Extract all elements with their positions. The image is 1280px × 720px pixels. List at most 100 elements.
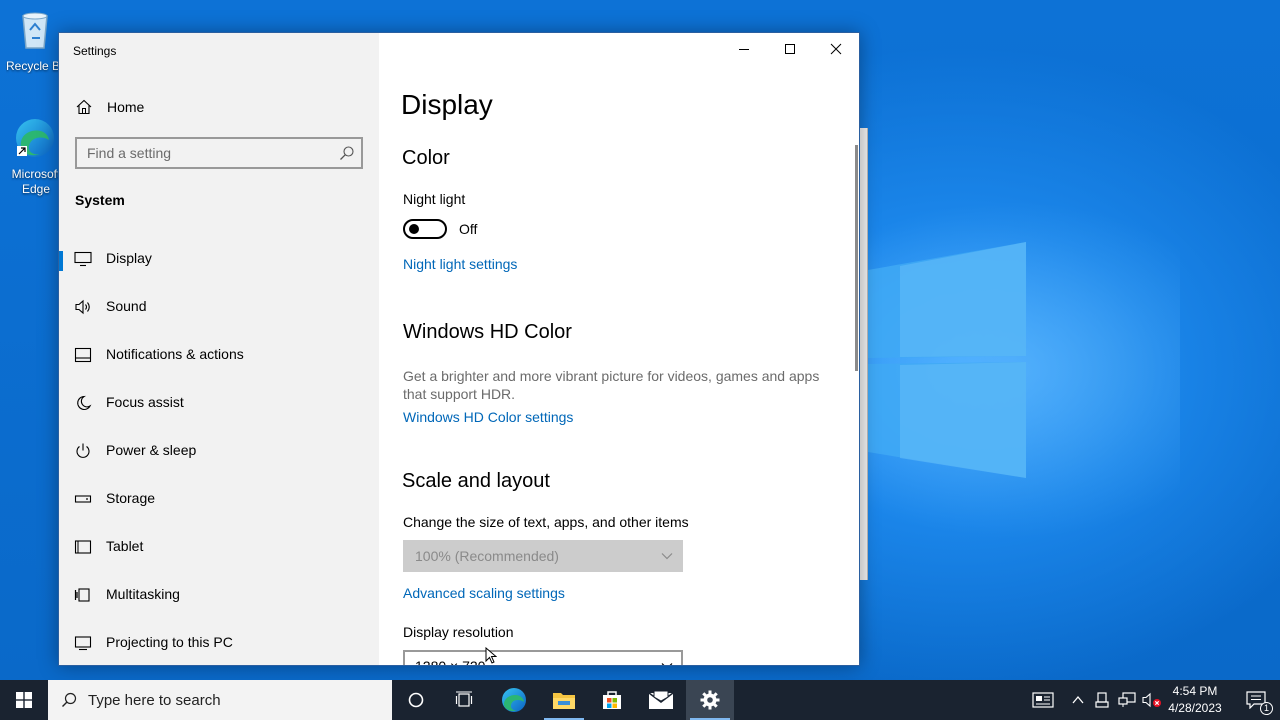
nav-section-label: System [75, 192, 125, 208]
sidebar-item-power-sleep[interactable]: Power & sleep [59, 431, 379, 471]
news-icon [1032, 692, 1054, 708]
action-center-button[interactable]: 1 [1234, 680, 1280, 720]
desktop-icon-label: Microsoft Edge [11, 167, 61, 196]
section-heading-hd-color: Windows HD Color [403, 321, 572, 343]
task-view-button[interactable] [440, 680, 488, 720]
hd-color-settings-link[interactable]: Windows HD Color settings [403, 409, 573, 425]
sidebar-item-tablet[interactable]: Tablet [59, 527, 379, 567]
close-icon [830, 43, 842, 55]
store-icon [603, 691, 621, 709]
projector-icon [74, 636, 92, 651]
section-heading-scale-layout: Scale and layout [402, 470, 550, 492]
taskbar-mail[interactable] [637, 680, 685, 720]
recycle-bin-icon [22, 12, 48, 49]
windows-start-icon [16, 692, 32, 708]
taskbar-settings[interactable] [686, 680, 734, 720]
usb-device-icon [1095, 692, 1109, 708]
speaker-icon [75, 299, 90, 315]
home-icon [76, 99, 92, 115]
sidebar-item-label: Tablet [106, 538, 144, 554]
search-icon [340, 146, 354, 160]
resolution-label: Display resolution [403, 624, 514, 640]
advanced-scaling-link[interactable]: Advanced scaling settings [403, 585, 565, 601]
settings-content: Display Color Night light Off Night ligh… [379, 33, 859, 666]
nav-home[interactable]: Home [59, 91, 379, 123]
sidebar-item-focus-assist[interactable]: Focus assist [59, 383, 379, 423]
night-light-state: Off [459, 221, 478, 237]
sidebar-item-label: Storage [106, 490, 156, 506]
sidebar-item-label: Sound [106, 298, 147, 314]
scale-label: Change the size of text, apps, and other… [403, 514, 689, 530]
sidebar-item-notifications[interactable]: Notifications & actions [59, 335, 379, 375]
monitor-icon [74, 251, 92, 267]
page-title: Display [401, 89, 493, 120]
windows-logo-wallpaper [868, 242, 1026, 478]
sidebar-item-display[interactable]: Display [59, 239, 379, 279]
scale-value: 100% (Recommended) [415, 548, 559, 564]
night-light-label: Night light [403, 191, 466, 207]
cortana-icon [408, 692, 424, 708]
power-icon [76, 443, 90, 458]
edge-icon [16, 119, 54, 157]
show-hidden-icons-button[interactable] [1068, 680, 1088, 720]
gear-icon [700, 690, 720, 710]
taskbar-file-explorer[interactable] [540, 680, 588, 720]
sidebar-item-label: Power & sleep [106, 442, 197, 458]
chevron-down-icon [661, 553, 673, 560]
clock-date: 4/28/2023 [1168, 701, 1222, 715]
sidebar-item-label: Display [106, 250, 152, 266]
news-widget-button[interactable] [1030, 680, 1056, 720]
chevron-up-icon [1072, 695, 1084, 704]
volume-button[interactable] [1140, 680, 1162, 720]
taskbar-clock[interactable]: 4:54 PM 4/28/2023 [1160, 683, 1230, 717]
taskbar-search-placeholder: Type here to search [88, 692, 221, 709]
volume-muted-icon [1142, 692, 1161, 708]
maximize-button[interactable] [767, 33, 813, 65]
mouse-cursor [485, 647, 497, 664]
desktop-icon-label: Recycle Bin [6, 59, 66, 73]
chevron-down-icon [661, 663, 673, 665]
notification-icon [74, 347, 92, 363]
settings-search-input[interactable]: Find a setting [75, 137, 363, 169]
search-placeholder: Find a setting [87, 145, 172, 161]
network-icon [1118, 692, 1136, 707]
resolution-dropdown[interactable]: 1280 × 720 [403, 650, 683, 666]
sidebar-item-sound[interactable]: Sound [59, 287, 379, 327]
taskbar-search-box[interactable]: Type here to search [48, 680, 392, 720]
night-light-toggle[interactable] [403, 219, 447, 239]
minimize-button[interactable] [721, 33, 767, 65]
section-heading-color: Color [402, 147, 450, 169]
taskbar-edge[interactable] [490, 680, 538, 720]
window-title: Settings [73, 44, 117, 58]
minimize-icon [739, 49, 749, 50]
scale-dropdown[interactable]: 100% (Recommended) [403, 540, 683, 572]
sidebar-item-projecting[interactable]: Projecting to this PC [59, 623, 379, 663]
clock-time: 4:54 PM [1172, 684, 1218, 698]
close-button[interactable] [813, 33, 859, 65]
resolution-value: 1280 × 720 [415, 658, 486, 666]
toggle-knob [409, 224, 419, 234]
start-button[interactable] [0, 680, 48, 720]
multitasking-icon [74, 588, 90, 602]
taskbar: Type here to search 4:54 PM 4/28/2023 1 [0, 680, 1280, 720]
sidebar-item-label: Multitasking [106, 586, 180, 602]
folder-icon [553, 693, 575, 709]
content-scrollbar[interactable] [855, 145, 858, 371]
hd-color-description: Get a brighter and more vibrant picture … [403, 368, 820, 402]
sidebar-item-multitasking[interactable]: Multitasking [59, 575, 379, 615]
settings-window: Settings Home Find a setting System Disp… [58, 32, 860, 666]
storage-icon [74, 495, 92, 503]
sidebar-item-label: Notifications & actions [106, 346, 244, 362]
sidebar-item-storage[interactable]: Storage [59, 479, 379, 519]
settings-nav-pane: Settings Home Find a setting System Disp… [59, 33, 379, 665]
tray-device-icon-button[interactable] [1092, 680, 1112, 720]
network-button[interactable] [1116, 680, 1138, 720]
night-light-settings-link[interactable]: Night light settings [403, 256, 517, 272]
sidebar-item-label: Projecting to this PC [106, 634, 233, 650]
edge-icon [502, 688, 526, 712]
search-icon [62, 692, 77, 707]
cortana-button[interactable] [392, 680, 440, 720]
tablet-icon [74, 540, 92, 554]
taskbar-store[interactable] [588, 680, 636, 720]
notification-count-badge: 1 [1260, 702, 1273, 715]
